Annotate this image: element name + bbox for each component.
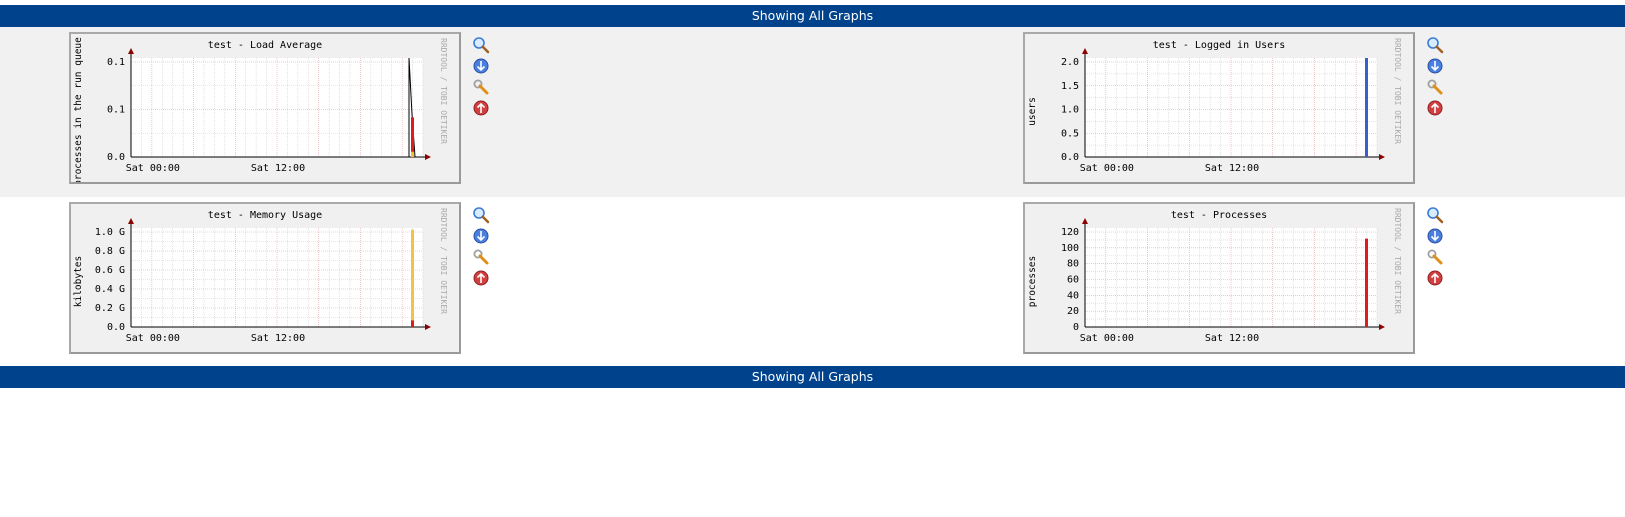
move-up-icon[interactable] [472,269,490,287]
y-tick-label: 0.8 G [95,246,125,257]
move-up-icon[interactable] [1426,269,1444,287]
chart-title: test - Load Average [208,40,322,51]
series-bar [411,229,414,327]
chart-title: test - Logged in Users [1153,40,1285,51]
export-icon[interactable] [472,57,490,75]
y-tick-label: 2.0 [1061,57,1079,68]
y-tick-label: 1.0 G [95,227,125,238]
page-header-title: Showing All Graphs [751,8,874,23]
rrdtool-watermark: RRDTOOL / TOBI OETIKER [439,208,448,314]
y-axis-arrow [1082,48,1088,54]
x-tick-label: Sat 00:00 [126,163,180,174]
y-tick-label: 1.5 [1061,81,1079,92]
y-axis-arrow [1082,218,1088,224]
series-bar [411,117,414,157]
y-tick-label: 0.5 [1061,128,1079,139]
zoom-icon[interactable] [1426,36,1444,54]
settings-icon[interactable] [472,78,490,96]
export-icon[interactable] [1426,57,1444,75]
y-tick-label: 0.0 [107,152,125,163]
graph-processes[interactable]: test - Processes processes 120 100 80 60 40 20 0… [1023,202,1415,354]
y-tick-label: 0 [1073,322,1079,333]
y-axis-arrow [128,48,134,54]
zoom-icon[interactable] [1426,206,1444,224]
export-icon[interactable] [472,227,490,245]
graph-row-1: test - Load Average processes in the run … [0,27,1625,197]
zoom-icon[interactable] [472,36,490,54]
graph-memory-usage[interactable]: test - Memory Usage kilobytes 1.0 G 0.8 G 0.… [69,202,461,354]
y-axis-label: users [1027,97,1038,126]
settings-icon[interactable] [472,248,490,266]
rrdtool-watermark: RRDTOOL / TOBI OETIKER [439,38,448,144]
y-tick-label: 0.1 [107,57,125,68]
x-tick-label: Sat 00:00 [126,333,180,344]
y-tick-label: 0.0 [107,322,125,333]
series-bar [411,320,414,327]
y-axis-label: kilobytes [73,256,84,307]
y-tick-label: 40 [1067,290,1079,301]
zoom-icon[interactable] [472,206,490,224]
x-axis-arrow [1379,324,1385,330]
x-tick-label: Sat 00:00 [1080,163,1134,174]
y-tick-label: 0.4 G [95,284,125,295]
page-header-banner: Showing All Graphs [0,5,1625,27]
graph-load-average[interactable]: test - Load Average processes in the run … [69,32,461,184]
move-up-icon[interactable] [472,99,490,117]
graph-row-2: test - Memory Usage kilobytes 1.0 G 0.8 G 0.… [0,197,1625,366]
series-bar [411,151,414,157]
export-icon[interactable] [1426,227,1444,245]
y-axis-arrow [128,218,134,224]
y-tick-label: 120 [1061,227,1079,238]
x-tick-label: Sat 12:00 [251,333,305,344]
y-axis-label: processes [1027,256,1038,307]
series-bar [1365,58,1368,157]
series-bar [1365,238,1368,327]
graph-logged-in-users[interactable]: test - Logged in Users users 2.0 1.5 1.0 0.5 0… [1023,32,1415,184]
x-tick-label: Sat 12:00 [1205,333,1259,344]
move-up-icon[interactable] [1426,99,1444,117]
page-footer-banner: Showing All Graphs [0,366,1625,388]
chart-title: test - Processes [1171,210,1267,221]
y-tick-label: 0.2 G [95,303,125,314]
y-tick-label: 60 [1067,275,1079,286]
settings-icon[interactable] [1426,248,1444,266]
y-tick-label: 0.0 [1061,152,1079,163]
chart-title: test - Memory Usage [208,210,322,221]
x-tick-label: Sat 00:00 [1080,333,1134,344]
x-tick-label: Sat 12:00 [251,163,305,174]
y-tick-label: 1.0 [1061,105,1079,116]
x-axis-arrow [1379,154,1385,160]
y-tick-label: 0.1 [107,105,125,116]
rrdtool-watermark: RRDTOOL / TOBI OETIKER [1393,208,1402,314]
y-axis-label: processes in the run queue [73,37,84,182]
settings-icon[interactable] [1426,78,1444,96]
y-tick-label: 20 [1067,306,1079,317]
rrdtool-watermark: RRDTOOL / TOBI OETIKER [1393,38,1402,144]
x-axis-arrow [425,324,431,330]
y-tick-label: 80 [1067,259,1079,270]
y-tick-label: 100 [1061,243,1079,254]
x-tick-label: Sat 12:00 [1205,163,1259,174]
y-tick-label: 0.6 G [95,265,125,276]
page-footer-title: Showing All Graphs [751,369,874,384]
x-axis-arrow [425,154,431,160]
